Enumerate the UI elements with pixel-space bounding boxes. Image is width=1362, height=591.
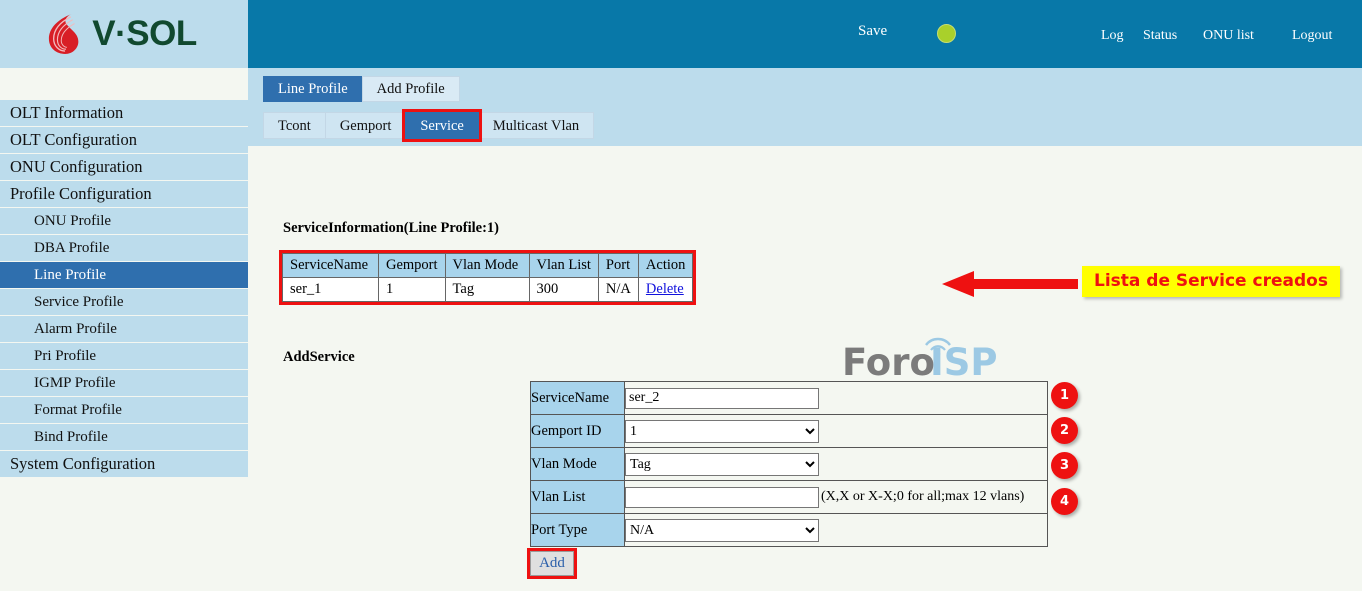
add-button-highlight: Add: [530, 551, 574, 576]
sidebar-item-line-profile[interactable]: Line Profile: [0, 262, 248, 288]
sidebar-item-onu-profile[interactable]: ONU Profile: [0, 208, 248, 234]
top-header-bar: Save Log Status ONU list Logout: [248, 0, 1362, 68]
cell-action: Delete: [638, 278, 692, 302]
tab-multicast-vlan[interactable]: Multicast Vlan: [478, 112, 594, 139]
vlan-list-input[interactable]: [625, 487, 819, 508]
column-header-gemport: Gemport: [379, 254, 446, 278]
annotation-badge-1: 1: [1051, 382, 1078, 409]
vlan-list-hint: (X,X or X-X;0 for all;max 12 vlans): [821, 489, 1024, 504]
sidebar-item-pri-profile[interactable]: Pri Profile: [0, 343, 248, 369]
annotation-badge-3: 3: [1051, 452, 1078, 479]
sidebar-item-service-profile[interactable]: Service Profile: [0, 289, 248, 315]
add-button[interactable]: Add: [530, 551, 574, 576]
foroisp-watermark: Foro ISP: [842, 331, 1022, 381]
tab-line-profile[interactable]: Line Profile: [263, 76, 363, 102]
sidebar-item-olt-information[interactable]: OLT Information: [0, 100, 248, 126]
column-header-action: Action: [638, 254, 692, 278]
svg-text:ISP: ISP: [930, 341, 998, 381]
secondary-tabs: Tcont Gemport Service Multicast Vlan: [263, 112, 593, 139]
sidebar-nav: OLT Information OLT Configuration ONU Co…: [0, 68, 248, 478]
add-service-title: AddService: [283, 349, 355, 366]
port-type-select[interactable]: N/A: [625, 519, 819, 542]
nav-link-onu-list[interactable]: ONU list: [1203, 28, 1254, 44]
column-header-service-name: ServiceName: [283, 254, 379, 278]
label-service-name: ServiceName: [531, 382, 625, 415]
sidebar-item-system-configuration[interactable]: System Configuration: [0, 451, 248, 477]
table-header-row: ServiceName Gemport Vlan Mode Vlan List …: [283, 254, 693, 278]
svg-text:Foro: Foro: [842, 341, 935, 381]
service-information-table: ServiceName Gemport Vlan Mode Vlan List …: [282, 253, 693, 302]
sidebar-item-dba-profile[interactable]: DBA Profile: [0, 235, 248, 261]
label-vlan-mode: Vlan Mode: [531, 448, 625, 481]
form-row-gemport-id: Gemport ID 1: [531, 415, 1048, 448]
column-header-port: Port: [598, 254, 638, 278]
sidebar-item-olt-configuration[interactable]: OLT Configuration: [0, 127, 248, 153]
annotation-label-service-list: Lista de Service creados: [1082, 266, 1340, 297]
column-header-vlan-list: Vlan List: [529, 254, 598, 278]
logo-panel: V·SOL: [0, 0, 248, 68]
save-button[interactable]: Save: [858, 23, 887, 40]
cell-vlan-list: 300: [529, 278, 598, 302]
cell-gemport: 1: [379, 278, 446, 302]
tab-add-profile[interactable]: Add Profile: [362, 76, 460, 102]
primary-tabs: Line Profile Add Profile: [263, 76, 459, 102]
annotation-badge-2: 2: [1051, 417, 1078, 444]
vlan-mode-select[interactable]: Tag: [625, 453, 819, 476]
brand-name: V·SOL: [92, 14, 196, 54]
cell-vlan-mode: Tag: [445, 278, 529, 302]
cell-service-name: ser_1: [283, 278, 379, 302]
annotation-badge-4: 4: [1051, 488, 1078, 515]
sidebar-item-bind-profile[interactable]: Bind Profile: [0, 424, 248, 450]
tab-gemport[interactable]: Gemport: [325, 112, 407, 139]
table-row: ser_1 1 Tag 300 N/A Delete: [283, 278, 693, 302]
label-gemport-id: Gemport ID: [531, 415, 625, 448]
annotation-arrow-icon: [940, 268, 1080, 300]
delete-link[interactable]: Delete: [646, 281, 684, 297]
gemport-id-select[interactable]: 1: [625, 420, 819, 443]
service-information-table-highlight: ServiceName Gemport Vlan Mode Vlan List …: [282, 253, 693, 302]
cell-port: N/A: [598, 278, 638, 302]
sidebar-item-igmp-profile[interactable]: IGMP Profile: [0, 370, 248, 396]
main-content: Line Profile Add Profile Tcont Gemport S…: [248, 68, 1362, 591]
vsol-flame-logo-icon: [47, 12, 85, 56]
sidebar-item-alarm-profile[interactable]: Alarm Profile: [0, 316, 248, 342]
nav-link-log[interactable]: Log: [1101, 28, 1124, 44]
nav-link-status[interactable]: Status: [1143, 28, 1177, 44]
logout-button[interactable]: Logout: [1292, 28, 1332, 44]
form-row-service-name: ServiceName: [531, 382, 1048, 415]
add-service-form: ServiceName Gemport ID 1: [530, 381, 1048, 547]
label-vlan-list: Vlan List: [531, 481, 625, 514]
status-indicator-dot: [937, 24, 956, 43]
tab-tcont[interactable]: Tcont: [263, 112, 326, 139]
form-row-vlan-list: Vlan List (X,X or X-X;0 for all;max 12 v…: [531, 481, 1048, 514]
form-row-port-type: Port Type N/A: [531, 514, 1048, 547]
sidebar-item-format-profile[interactable]: Format Profile: [0, 397, 248, 423]
form-row-vlan-mode: Vlan Mode Tag: [531, 448, 1048, 481]
column-header-vlan-mode: Vlan Mode: [445, 254, 529, 278]
service-name-input[interactable]: [625, 388, 819, 409]
label-port-type: Port Type: [531, 514, 625, 547]
sidebar-item-onu-configuration[interactable]: ONU Configuration: [0, 154, 248, 180]
sidebar-item-profile-configuration[interactable]: Profile Configuration: [0, 181, 248, 207]
tab-service[interactable]: Service: [405, 112, 478, 139]
service-information-title: ServiceInformation(Line Profile:1): [283, 220, 499, 237]
